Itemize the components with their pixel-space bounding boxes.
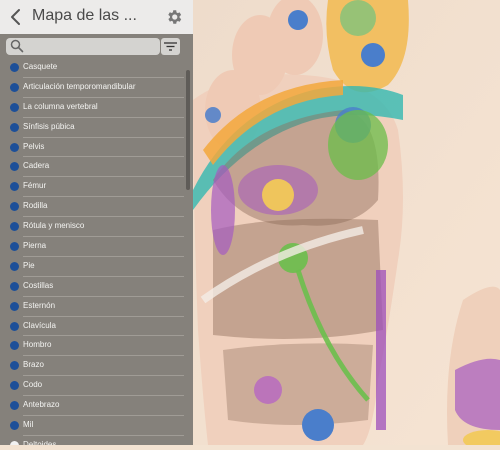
- list-item[interactable]: Articulación temporomandibular: [0, 78, 186, 98]
- list-item-label: Cadera: [23, 161, 50, 171]
- blue-zone-bigtoe: [361, 43, 385, 67]
- list-item-dot: [10, 82, 19, 92]
- list-item[interactable]: Fémur: [0, 177, 186, 198]
- yellow-zone: [262, 179, 294, 211]
- list-item-dot: [10, 182, 19, 192]
- list-item-dot: [10, 261, 19, 271]
- list-item-label: Esternón: [23, 300, 56, 310]
- list-item-label: Mil: [23, 420, 34, 430]
- list-item[interactable]: Rótula y menisco: [0, 217, 186, 238]
- green-zone-ball: [328, 110, 388, 180]
- list-item-dot: [10, 341, 19, 351]
- list-item-dot: [10, 102, 19, 112]
- list-item-dot: [10, 281, 19, 291]
- filter-button[interactable]: [161, 38, 180, 55]
- list-item-dot: [10, 142, 19, 152]
- list-item[interactable]: Codo: [0, 376, 186, 397]
- list-item-dot: [10, 381, 19, 391]
- list-item-label: Rodilla: [23, 201, 48, 211]
- scrollbar[interactable]: [186, 70, 190, 190]
- list-item[interactable]: Cadera: [0, 157, 186, 178]
- list-item-label: Casquete: [23, 62, 58, 71]
- search-input[interactable]: [26, 38, 156, 55]
- list-item-dot: [10, 301, 19, 311]
- header-bar: Mapa de las ...: [0, 0, 193, 34]
- purple-zone-left: [211, 165, 235, 255]
- blue-zone-toe4: [288, 10, 308, 30]
- list-item[interactable]: Pelvis: [0, 138, 186, 158]
- big-toe-zone: [340, 0, 376, 36]
- list-item[interactable]: Rodilla: [0, 197, 186, 218]
- list-item[interactable]: Antebrazo: [0, 396, 186, 417]
- list-item-label: La columna vertebral: [23, 101, 98, 111]
- list-item[interactable]: Hombro: [0, 336, 186, 357]
- filter-icon: [164, 42, 177, 51]
- list-item-label: Brazo: [23, 360, 44, 370]
- list-item[interactable]: Costillas: [0, 277, 186, 297]
- foot-map-canvas: [193, 0, 500, 450]
- list-item-dot: [10, 162, 19, 172]
- search-field[interactable]: [6, 38, 160, 55]
- foot-reflexology-map[interactable]: [193, 0, 500, 450]
- search-icon: [10, 39, 24, 53]
- list-item-dot: [10, 242, 19, 252]
- list-item-label: Articulación temporomandibular: [23, 81, 136, 91]
- list-item[interactable]: Sínfisis púbica: [0, 118, 186, 138]
- list-item-dot: [10, 122, 19, 132]
- anatomy-list: Casquete Articulación temporomandibular La…: [0, 58, 186, 445]
- list-item-dot: [10, 401, 19, 411]
- list-item-label: Pie: [23, 260, 35, 270]
- list-item[interactable]: Casquete: [0, 58, 186, 78]
- list-item-label: Pierna: [23, 241, 47, 251]
- list-item-label: Sínfisis púbica: [23, 121, 75, 131]
- list-item[interactable]: Brazo: [0, 356, 186, 377]
- list-item-label: Clavícula: [23, 320, 56, 330]
- list-item[interactable]: Clavícula: [0, 317, 186, 337]
- list-item-dot: [10, 63, 19, 72]
- list-item-dot: [10, 440, 19, 445]
- list-item[interactable]: Mil: [0, 416, 186, 436]
- gear-icon: [168, 10, 182, 24]
- list-item-dot: [10, 202, 19, 212]
- purple-zone-heel: [254, 376, 282, 404]
- list-item-dot: [10, 361, 19, 371]
- chevron-left-icon: [11, 9, 20, 25]
- list-item-label: Pelvis: [23, 141, 45, 151]
- list-item-dot: [10, 321, 19, 331]
- list-item[interactable]: Deltoides: [0, 436, 186, 445]
- settings-button[interactable]: [165, 8, 183, 26]
- list-item-label: Deltoides: [23, 439, 57, 445]
- list-item-dot: [10, 421, 19, 431]
- list-item-label: Rótula y menisco: [23, 221, 85, 231]
- back-button[interactable]: [8, 7, 24, 27]
- list-item-label: Codo: [23, 380, 43, 390]
- list-item-dot: [10, 222, 19, 232]
- brown-zone-heel: [223, 343, 373, 425]
- list-item[interactable]: Esternón: [0, 297, 186, 317]
- list-item[interactable]: Pie: [0, 257, 186, 277]
- sidebar: Mapa de las ... Casquete Articulación tem…: [0, 0, 193, 445]
- list-item-label: Costillas: [23, 280, 54, 290]
- blue-zone-heel: [302, 409, 334, 441]
- list-item-label: Antebrazo: [23, 400, 60, 410]
- list-item-label: Fémur: [23, 181, 47, 191]
- purple-zone-second-foot: [455, 358, 500, 430]
- page-title: Mapa de las ...: [32, 7, 137, 24]
- list-item-label: Hombro: [23, 340, 52, 350]
- list-item[interactable]: Pierna: [0, 237, 186, 257]
- purple-strip-right: [376, 270, 386, 430]
- list-item[interactable]: La columna vertebral: [0, 98, 186, 118]
- blue-zone-toe2: [205, 107, 221, 123]
